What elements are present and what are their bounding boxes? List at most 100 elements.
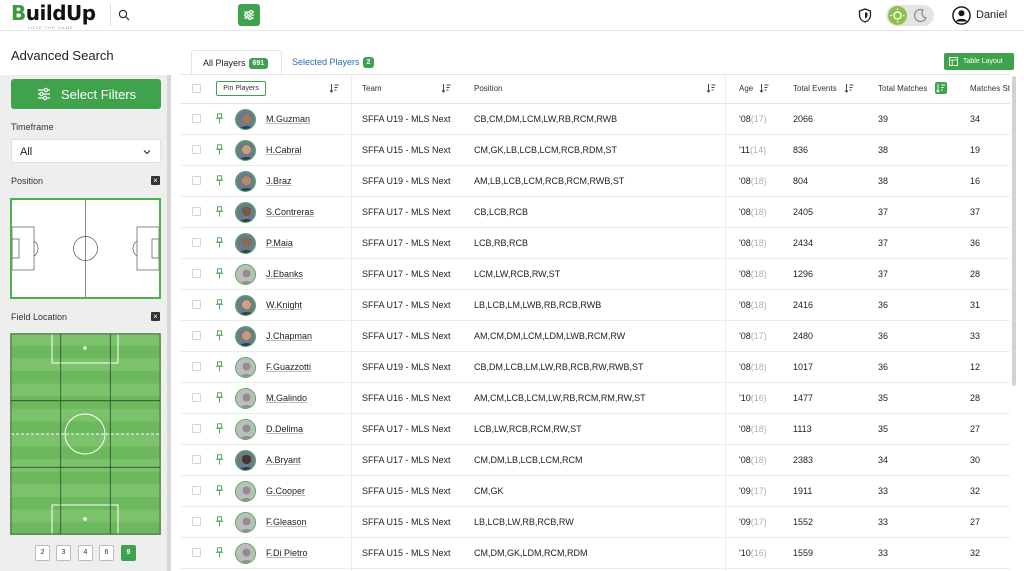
row-checkbox[interactable] bbox=[192, 362, 201, 371]
close-icon[interactable]: × bbox=[151, 312, 160, 321]
player-name[interactable]: M.Galindo bbox=[266, 393, 307, 403]
header-total-events[interactable]: Total Events bbox=[793, 84, 837, 93]
table-row[interactable]: F.Gleason SFFA U15 - MLS Next LB,LCB,LW,… bbox=[181, 507, 1010, 538]
pin-icon[interactable] bbox=[215, 299, 224, 310]
row-checkbox[interactable] bbox=[192, 455, 201, 464]
player-position: AM,LB,LCB,LCM,RCB,RCM,RWB,ST bbox=[474, 176, 625, 186]
shield-icon[interactable] bbox=[858, 8, 872, 23]
header-matches-started[interactable]: Matches St bbox=[970, 84, 1010, 93]
position-pitch[interactable] bbox=[10, 198, 161, 299]
player-name[interactable]: J.Ebanks bbox=[266, 269, 303, 279]
pin-icon[interactable] bbox=[215, 237, 224, 248]
sort-icon[interactable] bbox=[329, 83, 339, 93]
player-name[interactable]: M.Guzman bbox=[266, 114, 310, 124]
table-row[interactable]: S.Contreras SFFA U17 - MLS Next CB,LCB,R… bbox=[181, 197, 1010, 228]
sort-icon[interactable] bbox=[844, 83, 854, 93]
timeframe-value: All bbox=[20, 146, 33, 158]
row-checkbox[interactable] bbox=[192, 114, 201, 123]
sort-active-icon[interactable] bbox=[935, 82, 947, 94]
zone-button-4[interactable]: 4 bbox=[78, 545, 93, 561]
header-age[interactable]: Age bbox=[739, 84, 753, 93]
theme-toggle[interactable] bbox=[886, 5, 934, 26]
player-name[interactable]: F.Di Pietro bbox=[266, 548, 308, 558]
pin-icon[interactable] bbox=[215, 175, 224, 186]
row-checkbox[interactable] bbox=[192, 269, 201, 278]
pin-icon[interactable] bbox=[215, 485, 224, 496]
player-name[interactable]: F.Gleason bbox=[266, 517, 307, 527]
user-avatar-icon[interactable] bbox=[952, 6, 971, 25]
row-checkbox[interactable] bbox=[192, 424, 201, 433]
header-position[interactable]: Position bbox=[474, 84, 502, 93]
pin-icon[interactable] bbox=[215, 454, 224, 465]
pin-icon[interactable] bbox=[215, 392, 224, 403]
zone-button-9[interactable]: 9 bbox=[121, 545, 136, 561]
row-checkbox[interactable] bbox=[192, 517, 201, 526]
sort-icon[interactable] bbox=[759, 83, 769, 93]
table-row[interactable]: J.Ebanks SFFA U17 - MLS Next LCM,LW,RCB,… bbox=[181, 259, 1010, 290]
player-name[interactable]: D.Delima bbox=[266, 424, 303, 434]
player-name[interactable]: P.Maia bbox=[266, 238, 293, 248]
left-scrollbar[interactable] bbox=[167, 75, 171, 571]
pin-icon[interactable] bbox=[215, 516, 224, 527]
row-checkbox[interactable] bbox=[192, 207, 201, 216]
table-row[interactable]: W.Knight SFFA U17 - MLS Next LB,LCB,LM,L… bbox=[181, 290, 1010, 321]
tab-all-players[interactable]: All Players 691 bbox=[191, 50, 282, 75]
header-team[interactable]: Team bbox=[362, 84, 382, 93]
table-row[interactable]: H.Cabral SFFA U15 - MLS Next CM,GK,LB,LC… bbox=[181, 135, 1010, 166]
logo[interactable]: BuildUp LOVE THE GAME bbox=[11, 3, 96, 30]
table-scrollbar[interactable] bbox=[1012, 76, 1016, 386]
player-total-events: 2405 bbox=[793, 207, 814, 217]
table-row[interactable]: A.Bryant SFFA U17 - MLS Next CM,DM,LB,LC… bbox=[181, 445, 1010, 476]
pin-icon[interactable] bbox=[215, 113, 224, 124]
pin-icon[interactable] bbox=[215, 144, 224, 155]
user-name[interactable]: Daniel bbox=[976, 9, 1007, 21]
row-checkbox[interactable] bbox=[192, 145, 201, 154]
pin-icon[interactable] bbox=[215, 423, 224, 434]
zone-button-6[interactable]: 6 bbox=[99, 545, 114, 561]
timeframe-select[interactable]: All bbox=[11, 139, 161, 163]
row-checkbox[interactable] bbox=[192, 393, 201, 402]
sort-icon[interactable] bbox=[706, 83, 716, 93]
row-checkbox[interactable] bbox=[192, 486, 201, 495]
table-row[interactable]: J.Braz SFFA U19 - MLS Next AM,LB,LCB,LCM… bbox=[181, 166, 1010, 197]
player-name[interactable]: H.Cabral bbox=[266, 145, 302, 155]
select-filters-button[interactable]: Select Filters bbox=[11, 79, 161, 109]
zone-button-3[interactable]: 3 bbox=[56, 545, 71, 561]
player-name[interactable]: S.Contreras bbox=[266, 207, 314, 217]
sort-icon[interactable] bbox=[441, 83, 451, 93]
search-input[interactable] bbox=[110, 4, 235, 26]
player-name[interactable]: W.Knight bbox=[266, 300, 302, 310]
player-name[interactable]: G.Cooper bbox=[266, 486, 305, 496]
player-name[interactable]: J.Braz bbox=[266, 176, 292, 186]
row-checkbox[interactable] bbox=[192, 331, 201, 340]
table-row[interactable]: D.Delima SFFA U17 - MLS Next LCB,LW,RCB,… bbox=[181, 414, 1010, 445]
zone-button-2[interactable]: 2 bbox=[35, 545, 50, 561]
table-row[interactable]: F.Guazzotti SFFA U19 - MLS Next CB,DM,LC… bbox=[181, 352, 1010, 383]
select-all-checkbox[interactable] bbox=[192, 84, 201, 93]
table-row[interactable]: G.Cooper SFFA U15 - MLS Next CM,GK '09(1… bbox=[181, 476, 1010, 507]
pin-players-button[interactable]: Pin Players bbox=[216, 81, 266, 96]
player-name[interactable]: A.Bryant bbox=[266, 455, 301, 465]
pin-icon[interactable] bbox=[215, 206, 224, 217]
player-name[interactable]: F.Guazzotti bbox=[266, 362, 311, 372]
table-row[interactable]: J.Chapman SFFA U17 - MLS Next AM,CM,DM,L… bbox=[181, 321, 1010, 352]
pin-icon[interactable] bbox=[215, 330, 224, 341]
pin-icon[interactable] bbox=[215, 361, 224, 372]
field-location-pitch[interactable] bbox=[10, 333, 161, 536]
header-total-matches[interactable]: Total Matches bbox=[878, 84, 927, 93]
table-layout-button[interactable]: Table Layout bbox=[944, 53, 1014, 70]
row-checkbox[interactable] bbox=[192, 238, 201, 247]
pin-icon[interactable] bbox=[215, 268, 224, 279]
row-checkbox[interactable] bbox=[192, 300, 201, 309]
filter-button[interactable] bbox=[238, 4, 260, 26]
close-icon[interactable]: × bbox=[151, 176, 160, 185]
table-row[interactable]: P.Maia SFFA U17 - MLS Next LCB,RB,RCB '0… bbox=[181, 228, 1010, 259]
tab-selected-players[interactable]: Selected Players 2 bbox=[292, 50, 392, 75]
player-name[interactable]: J.Chapman bbox=[266, 331, 312, 341]
row-checkbox[interactable] bbox=[192, 548, 201, 557]
pin-icon[interactable] bbox=[215, 547, 224, 558]
table-row[interactable]: M.Guzman SFFA U19 - MLS Next CB,CM,DM,LC… bbox=[181, 104, 1010, 135]
row-checkbox[interactable] bbox=[192, 176, 201, 185]
table-row[interactable]: F.Di Pietro SFFA U15 - MLS Next CM,DM,GK… bbox=[181, 538, 1010, 569]
table-row[interactable]: M.Galindo SFFA U16 - MLS Next AM,CM,LCB,… bbox=[181, 383, 1010, 414]
